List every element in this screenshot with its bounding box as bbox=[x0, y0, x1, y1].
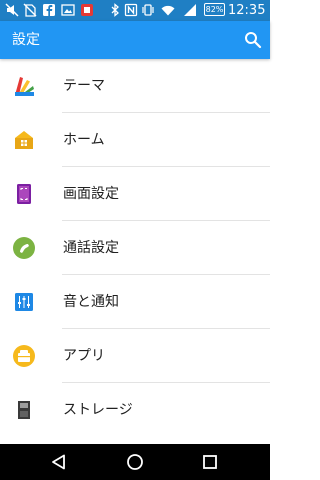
theme-icon bbox=[12, 74, 36, 98]
settings-item-display[interactable]: 画面設定 bbox=[0, 167, 270, 221]
settings-item-storage[interactable]: ストレージ bbox=[0, 383, 270, 437]
wifi-icon bbox=[161, 3, 175, 17]
settings-item-call[interactable]: 通話設定 bbox=[0, 221, 270, 275]
app-notification-icon bbox=[80, 3, 94, 17]
settings-item-label: 画面設定 bbox=[63, 186, 119, 202]
bluetooth-icon bbox=[108, 3, 122, 17]
apps-icon bbox=[12, 344, 36, 368]
display-icon bbox=[12, 182, 36, 206]
settings-item-label: ホーム bbox=[63, 132, 105, 148]
search-icon bbox=[245, 32, 262, 49]
settings-item-home[interactable]: ホーム bbox=[0, 113, 270, 167]
settings-list: テーマ ホーム 画面設定 通話設定 音と通知 アプリ ストレージ bbox=[0, 59, 270, 437]
search-button[interactable] bbox=[243, 30, 263, 50]
settings-item-sound[interactable]: 音と通知 bbox=[0, 275, 270, 329]
settings-item-label: アプリ bbox=[63, 348, 105, 364]
status-bar: 82% 12:35 bbox=[0, 0, 270, 21]
app-bar: 設定 bbox=[0, 21, 270, 59]
back-icon bbox=[52, 454, 65, 470]
settings-item-label: テーマ bbox=[63, 78, 105, 94]
vibrate-icon bbox=[141, 3, 155, 17]
settings-item-theme[interactable]: テーマ bbox=[0, 59, 270, 113]
home-icon bbox=[12, 128, 36, 152]
nfc-icon bbox=[124, 3, 138, 17]
storage-icon bbox=[12, 398, 36, 422]
page-title: 設定 bbox=[12, 32, 40, 48]
recents-icon bbox=[203, 455, 217, 469]
settings-item-label: 通話設定 bbox=[63, 240, 119, 256]
signal-icon bbox=[183, 3, 197, 17]
settings-item-apps[interactable]: アプリ bbox=[0, 329, 270, 383]
no-sim-icon bbox=[23, 3, 37, 17]
recents-button[interactable] bbox=[201, 453, 219, 471]
back-button[interactable] bbox=[50, 453, 68, 471]
home-nav-icon bbox=[127, 454, 143, 470]
battery-icon: 82% bbox=[204, 3, 225, 16]
settings-item-label: 音と通知 bbox=[63, 294, 119, 310]
sound-icon bbox=[12, 290, 36, 314]
mute-icon bbox=[5, 3, 19, 17]
gallery-icon bbox=[61, 3, 75, 17]
home-button[interactable] bbox=[126, 453, 144, 471]
settings-item-label: ストレージ bbox=[63, 402, 133, 418]
facebook-icon bbox=[42, 3, 56, 17]
navigation-bar bbox=[0, 444, 270, 480]
status-time: 12:35 bbox=[228, 3, 266, 18]
call-icon bbox=[12, 236, 36, 260]
